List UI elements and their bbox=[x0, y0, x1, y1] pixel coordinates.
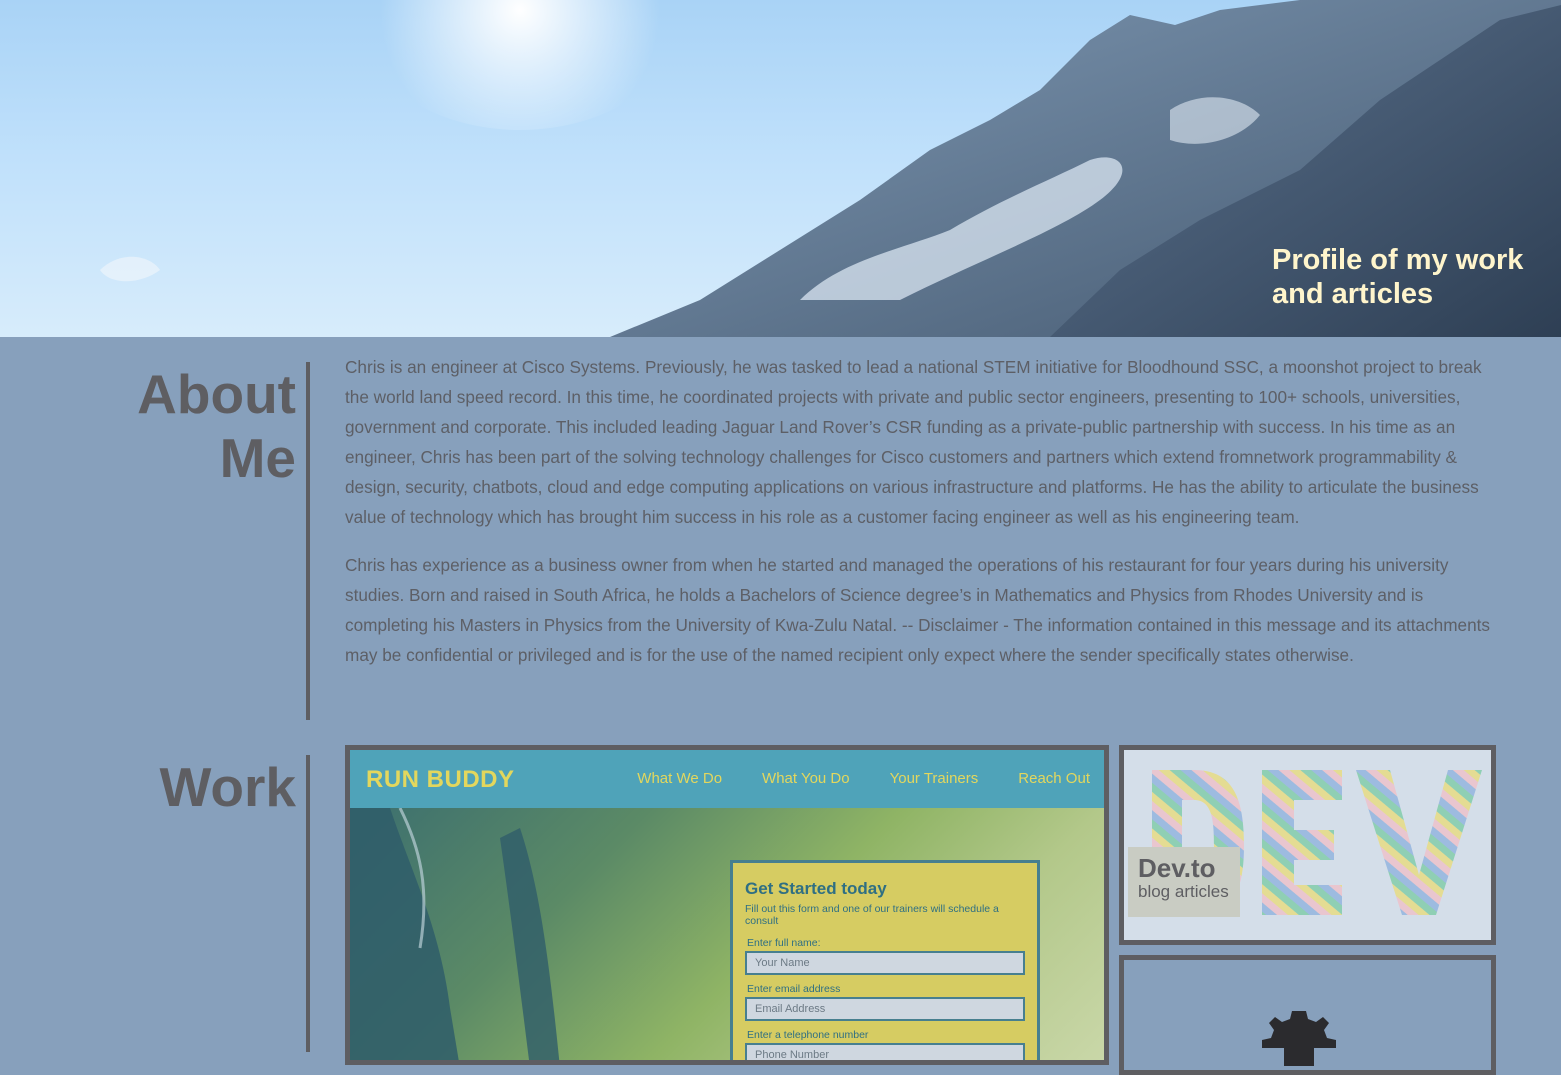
work-divider bbox=[306, 755, 310, 1052]
about-paragraph-2: Chris has experience as a business owner… bbox=[345, 555, 1491, 665]
run-buddy-project-card[interactable]: RUN BUDDY What We Do What You Do Your Tr… bbox=[345, 745, 1109, 1065]
about-divider bbox=[306, 362, 310, 720]
email-label: Enter email address bbox=[747, 983, 841, 995]
runner-silhouette bbox=[350, 808, 560, 1060]
project-card-3[interactable] bbox=[1119, 955, 1496, 1075]
run-buddy-logo: RUN BUDDY bbox=[366, 766, 515, 793]
run-buddy-nav-item: Reach Out bbox=[1018, 770, 1090, 787]
name-label: Enter full name: bbox=[747, 937, 821, 949]
dev-caption-title: Dev.to bbox=[1138, 853, 1216, 883]
hero-banner: Profile of my work and articles bbox=[0, 0, 1561, 337]
run-buddy-navbar: RUN BUDDY What We Do What You Do Your Tr… bbox=[350, 750, 1104, 808]
run-buddy-nav-item: What We Do bbox=[637, 770, 723, 787]
about-body: Chris is an engineer at Cisco Systems. P… bbox=[345, 352, 1505, 688]
phone-label: Enter a telephone number bbox=[747, 1029, 869, 1041]
phone-input: Phone Number bbox=[745, 1043, 1025, 1060]
run-buddy-nav-item: Your Trainers bbox=[889, 770, 979, 787]
about-paragraph-1: Chris is an engineer at Cisco Systems. P… bbox=[345, 357, 1482, 527]
about-heading: About Me bbox=[137, 363, 296, 489]
name-input: Your Name bbox=[745, 951, 1025, 975]
gear-icon bbox=[1262, 1011, 1336, 1066]
work-heading: Work bbox=[159, 756, 296, 818]
run-buddy-nav-links: What We Do What You Do Your Trainers Rea… bbox=[637, 770, 1090, 787]
dev-caption: Dev.to blog articles bbox=[1128, 847, 1240, 917]
hero-title: Profile of my work and articles bbox=[1272, 244, 1524, 310]
dev-to-card[interactable]: Dev.to blog articles bbox=[1119, 745, 1496, 945]
form-subtitle: Fill out this form and one of our traine… bbox=[745, 903, 999, 927]
run-buddy-nav-item: What You Do bbox=[762, 770, 850, 787]
run-buddy-signup-form: Get Started today Fill out this form and… bbox=[730, 860, 1040, 1060]
email-input: Email Address bbox=[745, 997, 1025, 1021]
dev-caption-subtitle: blog articles bbox=[1138, 882, 1229, 901]
form-title: Get Started today bbox=[745, 879, 887, 898]
